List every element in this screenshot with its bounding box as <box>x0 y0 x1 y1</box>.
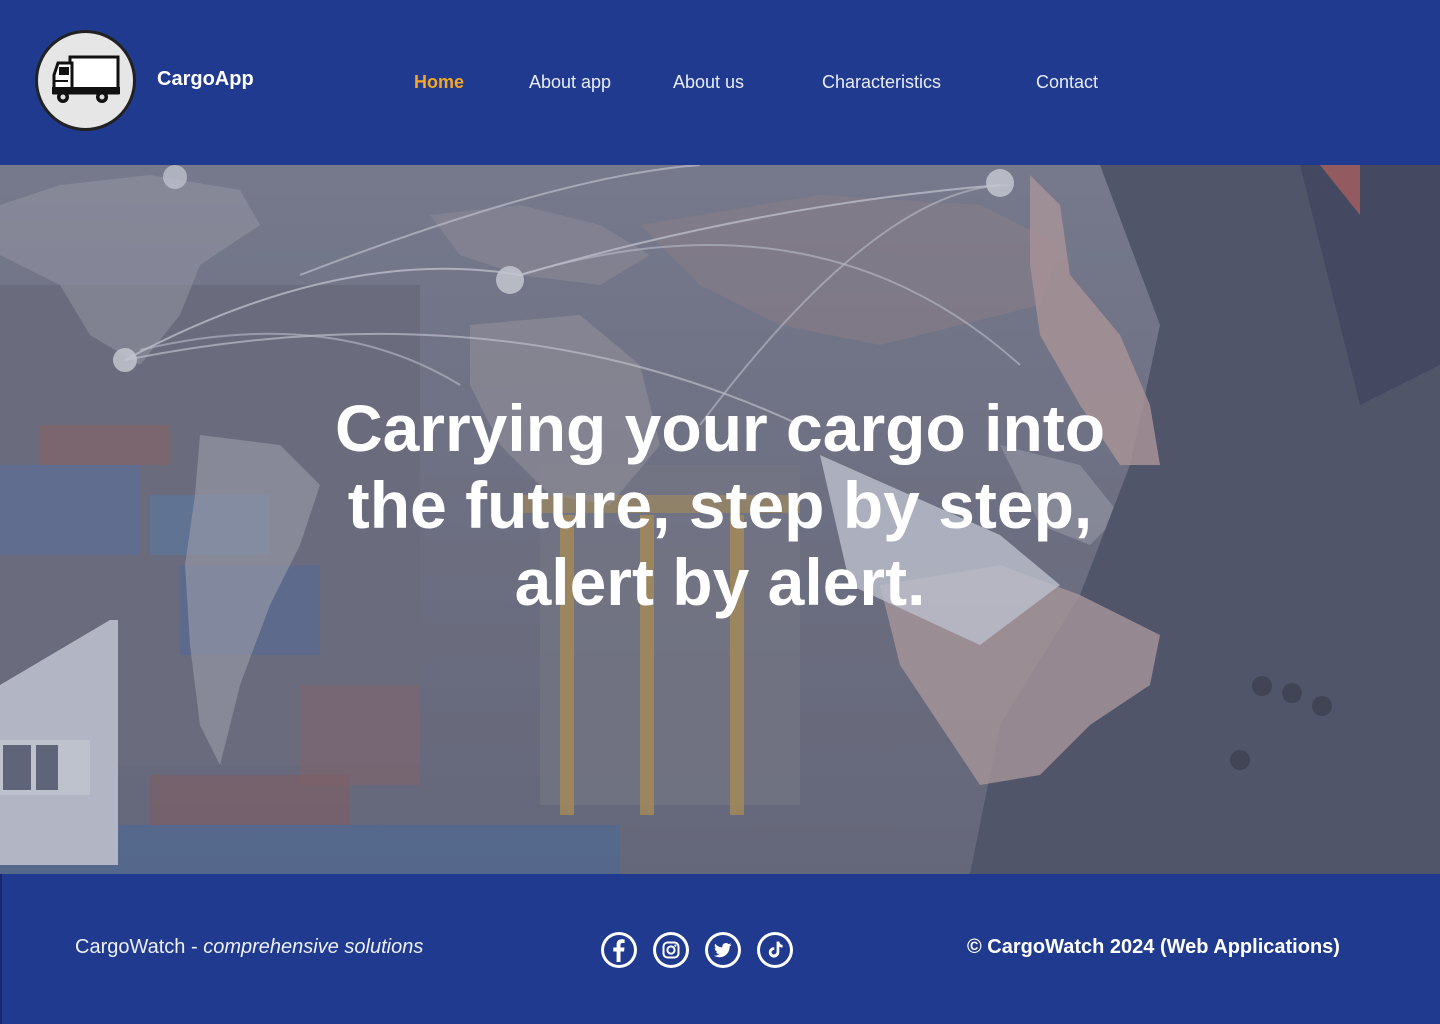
nav-about-app[interactable]: About app <box>529 72 611 93</box>
footer-company: CargoWatch <box>75 936 186 958</box>
nav-contact[interactable]: Contact <box>1036 72 1098 93</box>
top-navbar: CargoApp Home About app About us Charact… <box>0 0 1440 165</box>
copyright: © CargoWatch 2024 (Web Applications) <box>967 936 1340 958</box>
brand-name[interactable]: CargoApp <box>157 68 254 91</box>
hero-headline: Carrying your cargo into the future, ste… <box>334 391 1106 619</box>
nav-about-us[interactable]: About us <box>673 72 744 93</box>
footer: CargoWatch - comprehensive solutions © C… <box>0 874 1440 1024</box>
footer-separator: - <box>185 936 204 958</box>
hero-section: Carrying your cargo into the future, ste… <box>0 165 1440 874</box>
tiktok-icon[interactable] <box>757 932 793 968</box>
instagram-icon[interactable] <box>653 932 689 968</box>
footer-slogan: comprehensive solutions <box>203 936 424 958</box>
truck-icon[interactable] <box>35 30 136 131</box>
facebook-icon[interactable] <box>601 932 637 968</box>
footer-tagline: CargoWatch - comprehensive solutions <box>75 936 423 959</box>
nav-home[interactable]: Home <box>414 72 464 93</box>
twitter-icon[interactable] <box>705 932 741 968</box>
nav-characteristics[interactable]: Characteristics <box>822 72 941 93</box>
